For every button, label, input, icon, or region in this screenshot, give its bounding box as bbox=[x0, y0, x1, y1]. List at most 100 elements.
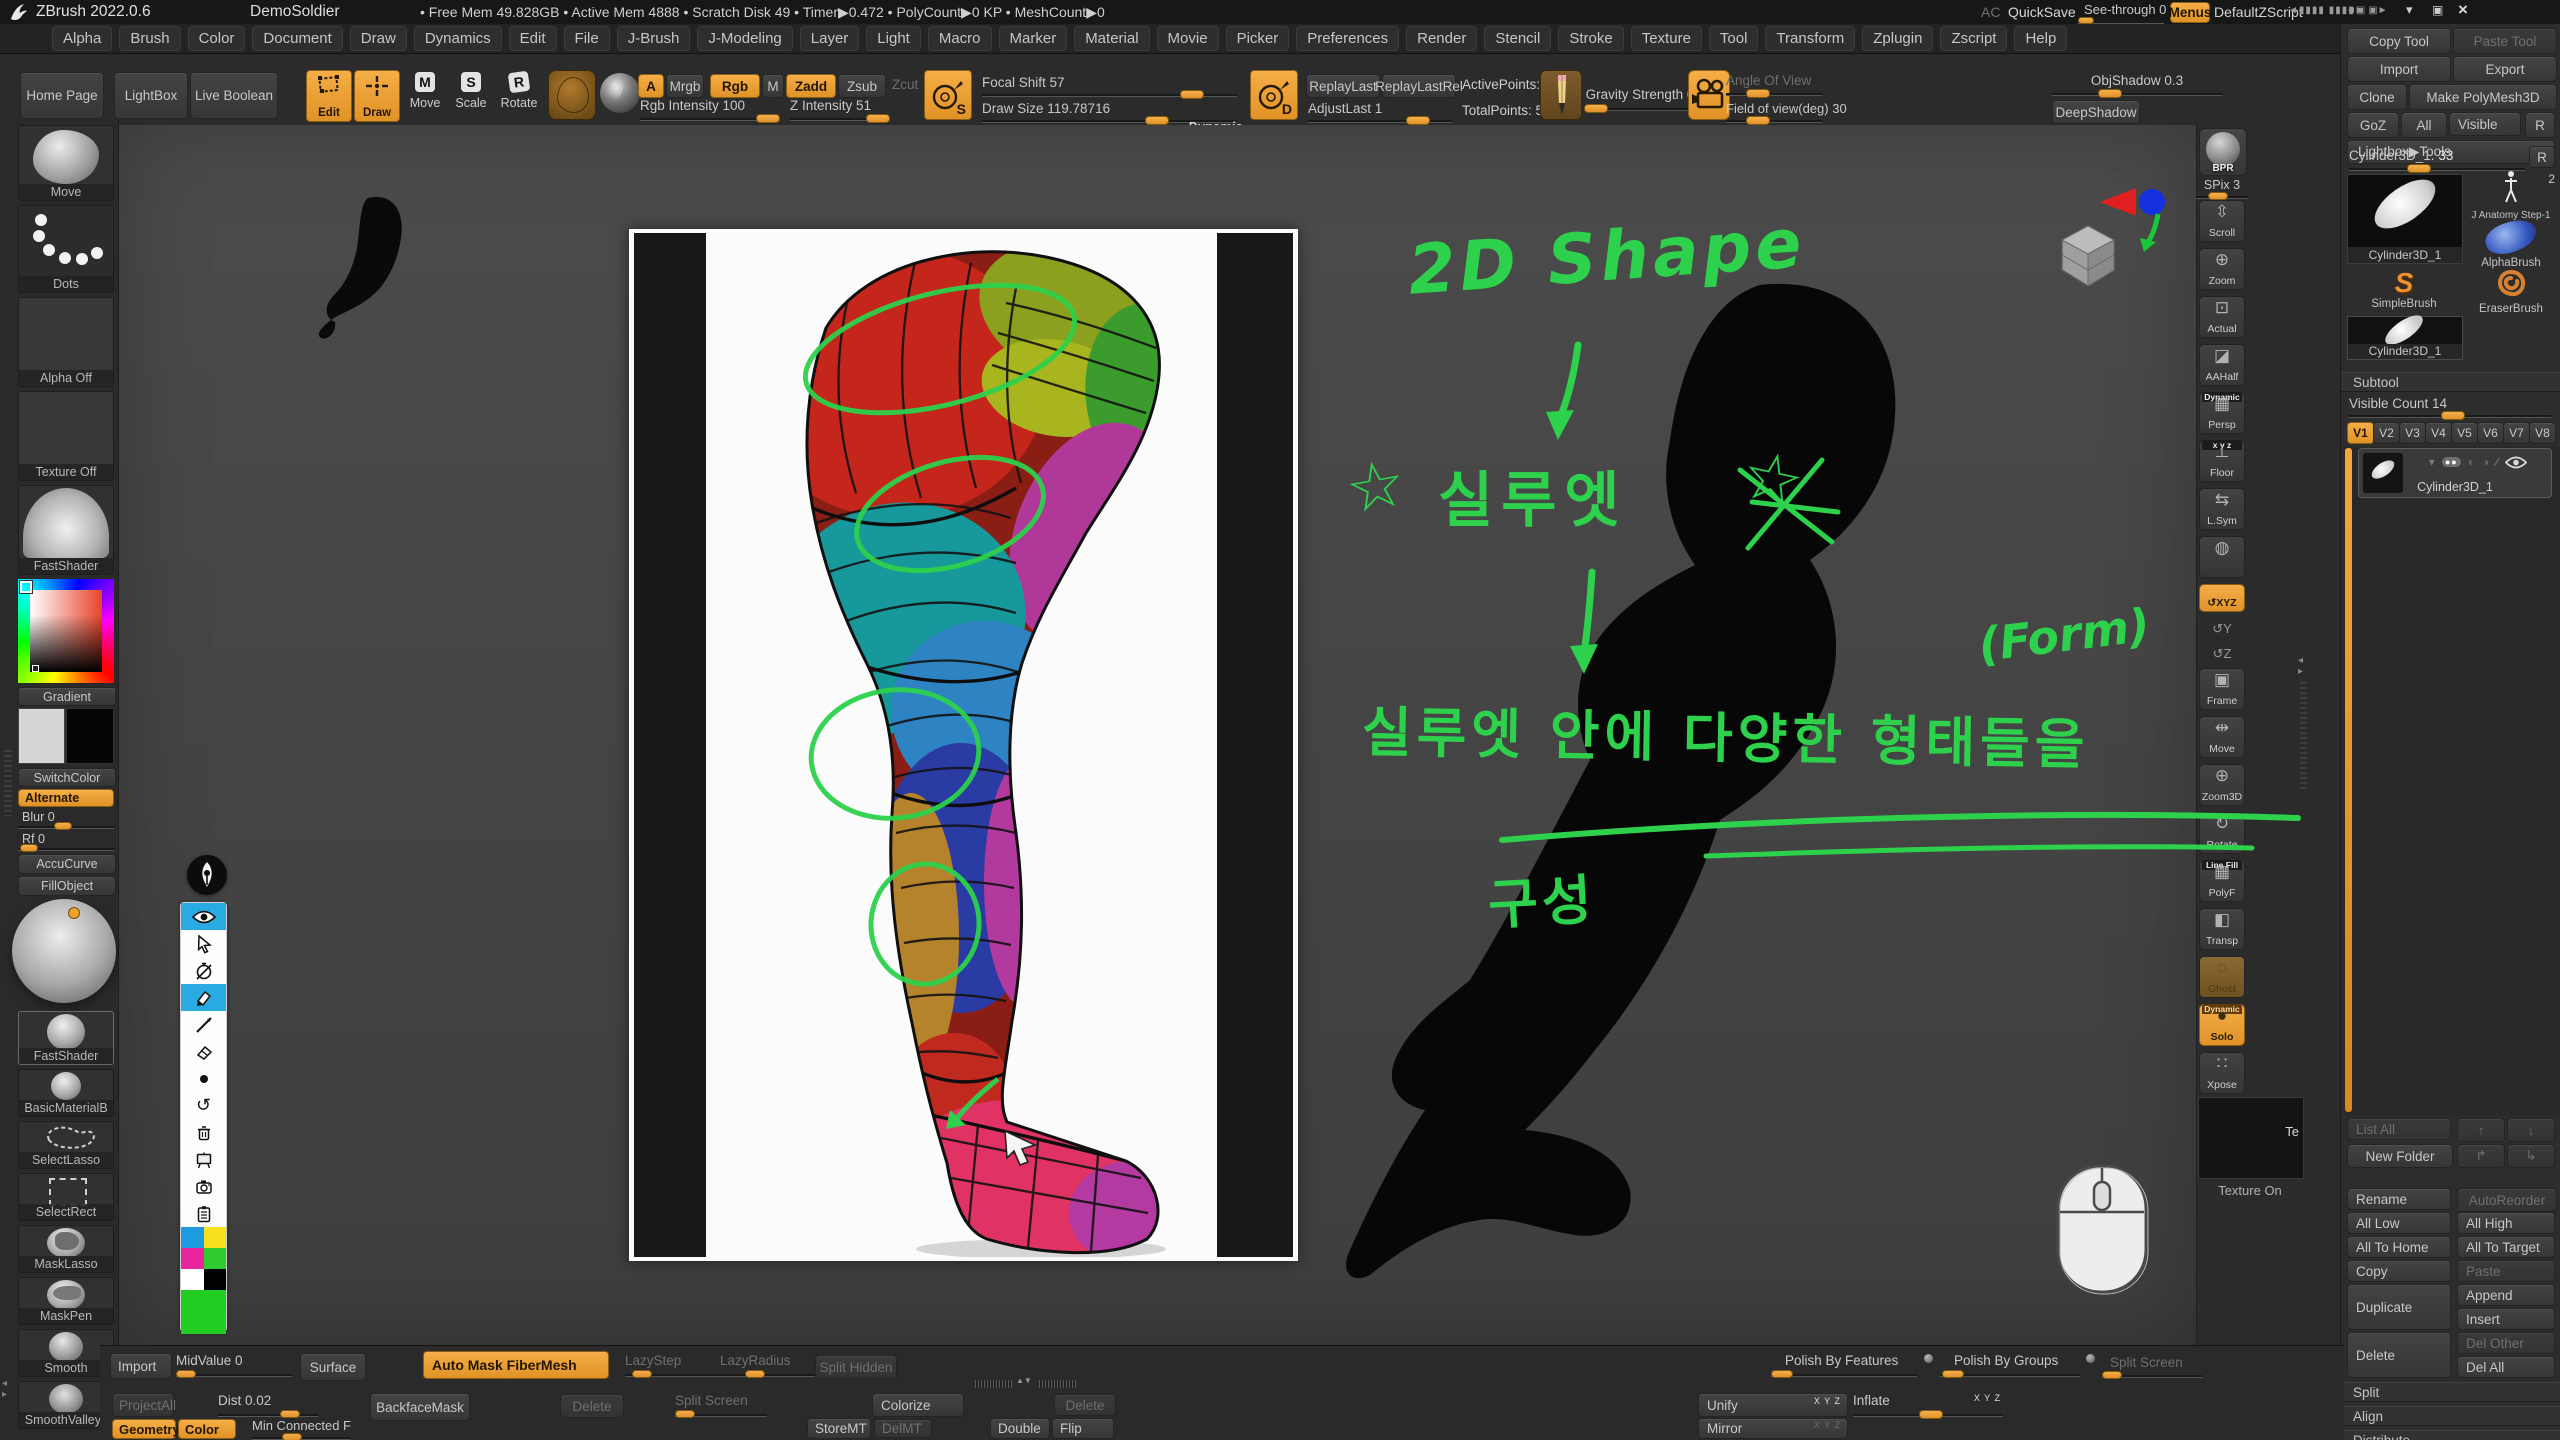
menu-item-zplugin[interactable]: Zplugin bbox=[1862, 26, 1933, 51]
gravity-strength-slider[interactable]: Gravity Strength 0 bbox=[1584, 87, 1696, 109]
colorize-button[interactable]: Colorize bbox=[872, 1393, 964, 1417]
shelf-move[interactable]: ⇹ Move bbox=[2199, 716, 2245, 758]
polish-by-features-slider[interactable]: Polish By Features bbox=[1771, 1353, 1917, 1375]
fillobject-button[interactable]: FillObject bbox=[18, 876, 116, 896]
alt-color-swatch[interactable] bbox=[66, 708, 114, 764]
tab-v3[interactable]: V3 bbox=[2399, 422, 2426, 444]
insert-button[interactable]: Insert bbox=[2457, 1308, 2555, 1330]
restore-button[interactable]: ▣ bbox=[2432, 3, 2443, 17]
obj-shadow-slider[interactable]: ObjShadow 0.3 bbox=[2052, 73, 2222, 95]
sv-square[interactable] bbox=[30, 590, 102, 672]
sculptris-d-button[interactable]: D bbox=[1250, 70, 1298, 120]
menu-item-draw[interactable]: Draw bbox=[350, 26, 407, 51]
rename-button[interactable]: Rename bbox=[2347, 1188, 2451, 1210]
auto-mask-fibermesh-button[interactable]: Auto Mask FiberMesh bbox=[423, 1351, 609, 1379]
dist-slider[interactable]: Dist 0.02 bbox=[218, 1393, 318, 1415]
lazystep-slider[interactable]: LazyStep bbox=[625, 1353, 720, 1375]
menu-item-alpha[interactable]: Alpha bbox=[52, 26, 112, 51]
shelf-y[interactable]: ↺Y bbox=[2199, 618, 2245, 640]
menu-item-edit[interactable]: Edit bbox=[509, 26, 557, 51]
eye-tool-button[interactable] bbox=[181, 903, 226, 930]
tab-v1[interactable]: V1 bbox=[2347, 422, 2374, 444]
menu-item-stroke[interactable]: Stroke bbox=[1558, 26, 1623, 51]
scale-gyro-button[interactable]: S Scale bbox=[450, 70, 492, 118]
tab-v6[interactable]: V6 bbox=[2477, 422, 2504, 444]
swatch-magenta[interactable] bbox=[181, 1248, 204, 1269]
current-material-thumb-button[interactable]: FastShader bbox=[18, 485, 114, 575]
rf-slider[interactable]: Rf 0 bbox=[18, 832, 114, 850]
light-sphere[interactable] bbox=[12, 899, 116, 1003]
split-hidden-button[interactable]: Split Hidden bbox=[815, 1355, 897, 1379]
goz-r-button[interactable]: R bbox=[2525, 112, 2555, 138]
polypaint-toggle-icon[interactable]: ●● bbox=[2442, 457, 2461, 467]
list-all-button[interactable]: List All bbox=[2347, 1118, 2451, 1140]
menus-toggle-button[interactable]: Menus bbox=[2170, 2, 2210, 23]
delete-subtool-button[interactable]: Delete bbox=[2347, 1332, 2451, 1378]
tool-anatomy[interactable]: 2 J Anatomy Step-1 bbox=[2465, 170, 2557, 220]
zcut-button[interactable]: Zcut bbox=[892, 77, 918, 92]
color-a-button[interactable]: A bbox=[638, 74, 664, 98]
append-button[interactable]: Append bbox=[2457, 1284, 2555, 1306]
menu-item-macro[interactable]: Macro bbox=[928, 26, 992, 51]
goz-visible-button[interactable]: Visible bbox=[2449, 112, 2521, 136]
menu-item-material[interactable]: Material bbox=[1074, 26, 1149, 51]
minimize-button[interactable]: ▾ bbox=[2406, 2, 2413, 18]
menu-item-help[interactable]: Help bbox=[2014, 26, 2067, 51]
midvalue-slider[interactable]: MidValue 0 bbox=[176, 1353, 292, 1375]
shelf-z[interactable]: ↺Z bbox=[2199, 643, 2245, 665]
tray-divider[interactable]: ▲▼ bbox=[975, 1379, 1077, 1389]
swatch-blue[interactable] bbox=[181, 1227, 204, 1248]
list-arrow-icon[interactable]: ▾ bbox=[2429, 455, 2435, 469]
menu-item-texture[interactable]: Texture bbox=[1631, 26, 1702, 51]
tool-alphabrush[interactable]: AlphaBrush bbox=[2465, 222, 2557, 272]
duplicate-button[interactable]: Duplicate bbox=[2347, 1284, 2451, 1330]
menu-item-file[interactable]: File bbox=[564, 26, 610, 51]
polish-by-groups-slider[interactable]: Polish By Groups bbox=[1940, 1353, 2080, 1375]
current-brush-button[interactable]: Move bbox=[18, 125, 114, 201]
tray-collapse-arrows[interactable]: ◂▸ bbox=[2, 1378, 7, 1400]
blur-slider[interactable]: Blur 0 bbox=[18, 810, 114, 828]
edit-mode-button[interactable]: Edit bbox=[306, 70, 352, 122]
shelf-floor[interactable]: x y z ⊥ Floor bbox=[2199, 440, 2245, 482]
mrgb-button[interactable]: Mrgb bbox=[666, 74, 704, 98]
projectall-button[interactable]: ProjectAll bbox=[112, 1393, 174, 1417]
shelf-rotate[interactable]: ↻ Rotate bbox=[2199, 812, 2245, 854]
spix-slider[interactable]: SPix 3 bbox=[2196, 178, 2248, 198]
storemt-button[interactable]: StoreMT bbox=[807, 1418, 871, 1439]
visible-count-slider[interactable]: Visible Count 14 bbox=[2349, 396, 2551, 416]
subtool-header[interactable]: Subtool bbox=[2341, 372, 2560, 392]
menu-item-preferences[interactable]: Preferences bbox=[1296, 26, 1399, 51]
align-section-header[interactable]: Align bbox=[2341, 1406, 2560, 1426]
min-connected-slider[interactable]: Min Connected F bbox=[252, 1418, 350, 1438]
layout-switch-icon[interactable]: ◄▣ ▣► bbox=[2346, 5, 2387, 16]
swatch-white[interactable] bbox=[181, 1269, 204, 1290]
mirror-button[interactable]: Mirror X Y Z bbox=[1698, 1418, 1848, 1439]
timer-off-tool-button[interactable] bbox=[181, 957, 226, 984]
unify-button[interactable]: Unify X Y Z bbox=[1698, 1393, 1848, 1417]
menu-item-picker[interactable]: Picker bbox=[1226, 26, 1290, 51]
sculptris-s-button[interactable]: S bbox=[924, 70, 972, 120]
field-of-view-slider[interactable]: Field of view(deg) 30 bbox=[1726, 101, 1822, 121]
camera-capture-button[interactable] bbox=[181, 1173, 226, 1200]
all-to-target-button[interactable]: All To Target bbox=[2457, 1236, 2555, 1258]
del-all-button[interactable]: Del All bbox=[2457, 1356, 2555, 1378]
zsub-button[interactable]: Zsub bbox=[838, 74, 886, 98]
delete-center-button[interactable]: Delete bbox=[1054, 1394, 1116, 1416]
rotate-gyro-button[interactable]: R Rotate bbox=[496, 70, 542, 118]
shelf-zoom[interactable]: ⊕ Zoom bbox=[2199, 248, 2245, 290]
focal-shift-slider[interactable]: Focal Shift 57 bbox=[982, 75, 1237, 95]
surface-button[interactable]: Surface bbox=[300, 1353, 366, 1381]
dot-size-button[interactable] bbox=[181, 1065, 226, 1092]
menu-item-marker[interactable]: Marker bbox=[999, 26, 1068, 51]
import-tool-button[interactable]: Import bbox=[2347, 56, 2451, 82]
double-button[interactable]: Double bbox=[990, 1418, 1050, 1439]
menu-item-stencil[interactable]: Stencil bbox=[1484, 26, 1551, 51]
current-stroke-button[interactable]: Dots bbox=[18, 205, 114, 293]
whiteboard-button[interactable] bbox=[181, 1146, 226, 1173]
shelf-frame[interactable]: ▣ Frame bbox=[2199, 668, 2245, 710]
active-tool-r-button[interactable]: R bbox=[2529, 146, 2555, 168]
uv-toggle-icon[interactable]: ◐ bbox=[2468, 455, 2475, 469]
deep-shadow-button[interactable]: DeepShadow bbox=[2052, 100, 2140, 124]
rgb-intensity-slider[interactable]: Rgb Intensity 100 bbox=[640, 98, 780, 120]
flip-button[interactable]: Flip bbox=[1052, 1418, 1114, 1439]
